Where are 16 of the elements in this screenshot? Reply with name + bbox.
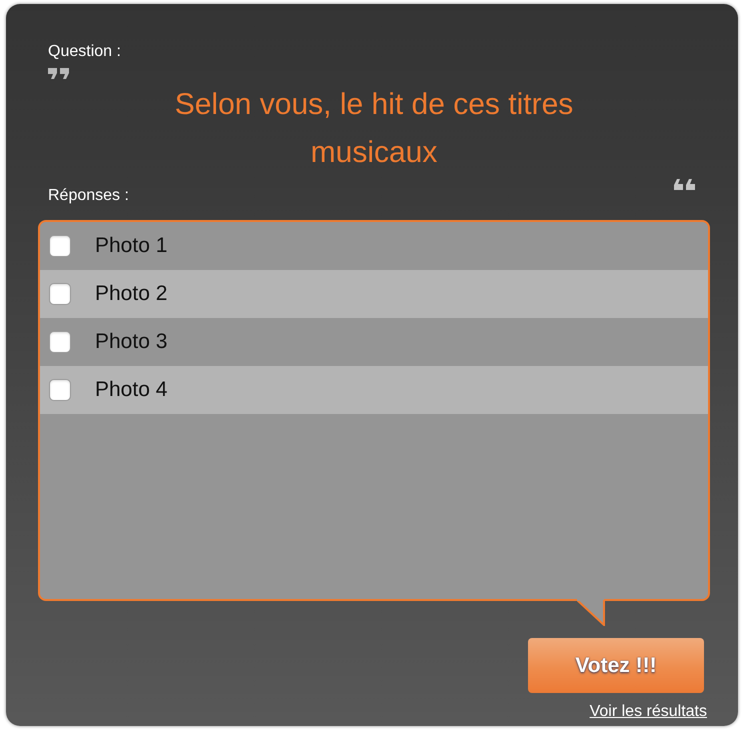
answer-label: Photo 3 xyxy=(95,330,168,354)
answer-label: Photo 1 xyxy=(95,234,168,258)
answer-label: Photo 2 xyxy=(95,282,168,306)
answer-checkbox[interactable] xyxy=(49,379,71,401)
opening-quote-icon xyxy=(48,68,70,80)
answer-checkbox[interactable] xyxy=(49,235,71,257)
answer-row[interactable]: Photo 2 xyxy=(40,270,708,318)
closing-quote-icon xyxy=(674,178,696,190)
answer-label: Photo 4 xyxy=(95,378,168,402)
question-label: Question : xyxy=(47,43,121,61)
results-link[interactable]: Voir les résultats xyxy=(590,703,707,721)
answer-row[interactable]: Photo 4 xyxy=(40,366,708,414)
answer-checkbox[interactable] xyxy=(49,331,71,353)
answer-checkbox[interactable] xyxy=(49,283,71,305)
answers-label: Réponses : xyxy=(47,187,129,205)
question-text: Selon vous, le hit de ces titres musicaux xyxy=(174,87,574,171)
